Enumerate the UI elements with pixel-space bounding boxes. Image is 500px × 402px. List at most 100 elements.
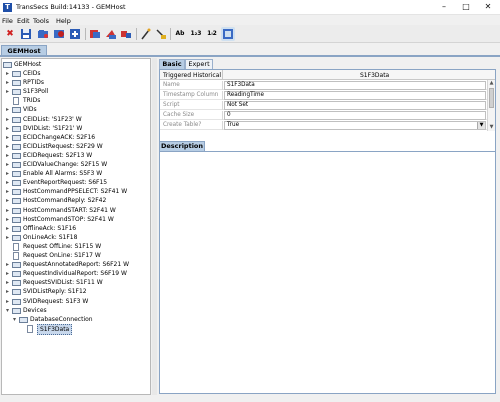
folder-icon (12, 262, 21, 269)
wand-icon (141, 28, 151, 40)
tree-item-label: RequestIndividualReport: S6F19 W (23, 270, 127, 278)
property-value: Not Set (227, 102, 249, 108)
property-separator (222, 101, 223, 110)
header-separator (222, 70, 223, 80)
tree-item-label: HostCommandReply: S2F42 (23, 197, 107, 205)
tree-item-label: Devices (23, 306, 47, 314)
folder-icon (19, 316, 28, 323)
menu-tools[interactable]: Tools (33, 17, 49, 25)
toolbar-separator (136, 28, 137, 40)
tab-basic[interactable]: Basic (159, 59, 185, 69)
tree-item-label: CEIDs (23, 70, 41, 77)
paste-button[interactable] (104, 27, 118, 41)
clear-icon (156, 29, 166, 39)
property-value: 0 (227, 112, 231, 118)
sort-alpha-icon: Ab (175, 30, 185, 37)
tree-item-label: ECIDListRequest: S2F29 W (23, 142, 103, 150)
folder-icon (12, 80, 21, 87)
new-button[interactable] (68, 27, 82, 41)
tree-item-label: S1F3Data (37, 323, 73, 335)
tree-item-label: ECIDValueChange: S2F15 W (23, 161, 108, 168)
tree-item-label: RequestSVIDList: S1F11 W (23, 279, 103, 287)
document-icon (13, 97, 19, 106)
property-name: Create Table? (163, 122, 202, 128)
folder-icon (12, 189, 21, 196)
tree-item-label: S1F3Poll (23, 88, 49, 96)
property-value-field[interactable]: True ▼ (224, 121, 486, 130)
description-area[interactable] (159, 151, 496, 394)
folder-icon (12, 89, 21, 96)
properties-panel: Basic Expert Triggered Historical S1F3Da… (157, 58, 499, 395)
menu-file[interactable]: File (2, 17, 13, 25)
folder-icon (12, 152, 21, 159)
folder-icon (12, 280, 21, 287)
sort-numeric-button[interactable]: 1₂3 (189, 27, 203, 41)
property-row: Name S1F3Data (160, 81, 487, 90)
menu-help[interactable]: Help (56, 17, 71, 25)
folder-icon (12, 225, 21, 232)
save-button[interactable] (19, 27, 33, 41)
settings-icon (54, 30, 64, 38)
property-scrollbar[interactable]: ▲ ▼ (487, 80, 495, 131)
folder-icon (12, 162, 21, 168)
menu-edit[interactable]: Edit (17, 17, 30, 25)
minimize-button[interactable]: – (436, 1, 452, 13)
document-icon (27, 324, 33, 333)
tree-item-label: Request OffLine: S1F15 W (23, 242, 102, 250)
tree-item-label: RPTIDs (23, 79, 44, 87)
folder-icon (12, 207, 21, 214)
folder-icon (12, 180, 21, 187)
tree-item-label: VIDs (23, 106, 37, 114)
title-bar: T TransSecs Build:14133 - GEMHost – □ ✕ (0, 0, 500, 15)
cut-button[interactable] (119, 27, 133, 41)
tab-description[interactable]: Description (159, 141, 205, 151)
settings-button[interactable] (52, 27, 66, 41)
folder-icon (12, 289, 21, 296)
folder-icon (3, 62, 12, 68)
chevron-down-icon[interactable]: ▼ (477, 122, 485, 129)
tree-item-label: TRIDs (23, 97, 41, 105)
property-value-field[interactable]: 0 (224, 111, 486, 120)
folder-icon (12, 134, 21, 141)
tree-item-label: HostCommandSTOP: S2F41 W (23, 215, 114, 223)
copy-icon (90, 30, 100, 38)
sort-alpha-button[interactable]: Ab (173, 27, 187, 41)
tree-item-label: RequestAnnotatedReport: S6F21 W (23, 261, 130, 269)
scroll-down-icon[interactable]: ▼ (488, 124, 495, 131)
open-button[interactable] (36, 27, 50, 41)
property-value: ReadingTime (227, 92, 265, 98)
sort-numeric-icon: 1₂3 (190, 30, 202, 37)
property-header: Triggered Historical S1F3Data (160, 70, 495, 80)
delete-icon: ✖ (6, 29, 14, 39)
property-name: Timestamp Column (163, 92, 219, 98)
tree-item-label: DatabaseConnection (30, 315, 93, 323)
refresh-button[interactable] (221, 27, 235, 41)
wand-button[interactable] (139, 27, 153, 41)
property-value-field[interactable]: Not Set (224, 101, 486, 110)
tab-expert[interactable]: Expert (185, 59, 213, 69)
delete-button[interactable]: ✖ (3, 27, 17, 41)
folder-icon (12, 116, 21, 123)
window-title: TransSecs Build:14133 - GEMHost (16, 3, 126, 11)
scroll-thumb[interactable] (489, 88, 494, 108)
toolbar-separator (170, 28, 171, 40)
open-icon (38, 30, 48, 38)
copy-button[interactable] (88, 27, 102, 41)
document-icon (13, 242, 19, 251)
property-value-field[interactable]: ReadingTime (224, 91, 486, 100)
refresh-icon (223, 29, 233, 39)
toolbar-separator (85, 28, 86, 40)
folder-icon (12, 143, 21, 150)
property-value-field[interactable]: S1F3Data (224, 81, 486, 90)
maximize-button[interactable]: □ (458, 1, 474, 13)
property-row: Cache Size 0 (160, 111, 487, 120)
folder-icon (12, 234, 21, 241)
folder-icon (12, 125, 21, 132)
sort-z-button[interactable]: 1ᵢ2 (205, 27, 219, 41)
close-button[interactable]: ✕ (480, 1, 496, 13)
scroll-up-icon[interactable]: ▲ (488, 80, 495, 87)
new-icon (70, 29, 80, 39)
property-value: True (227, 122, 240, 128)
folder-icon (12, 298, 21, 305)
clear-button[interactable] (154, 27, 168, 41)
